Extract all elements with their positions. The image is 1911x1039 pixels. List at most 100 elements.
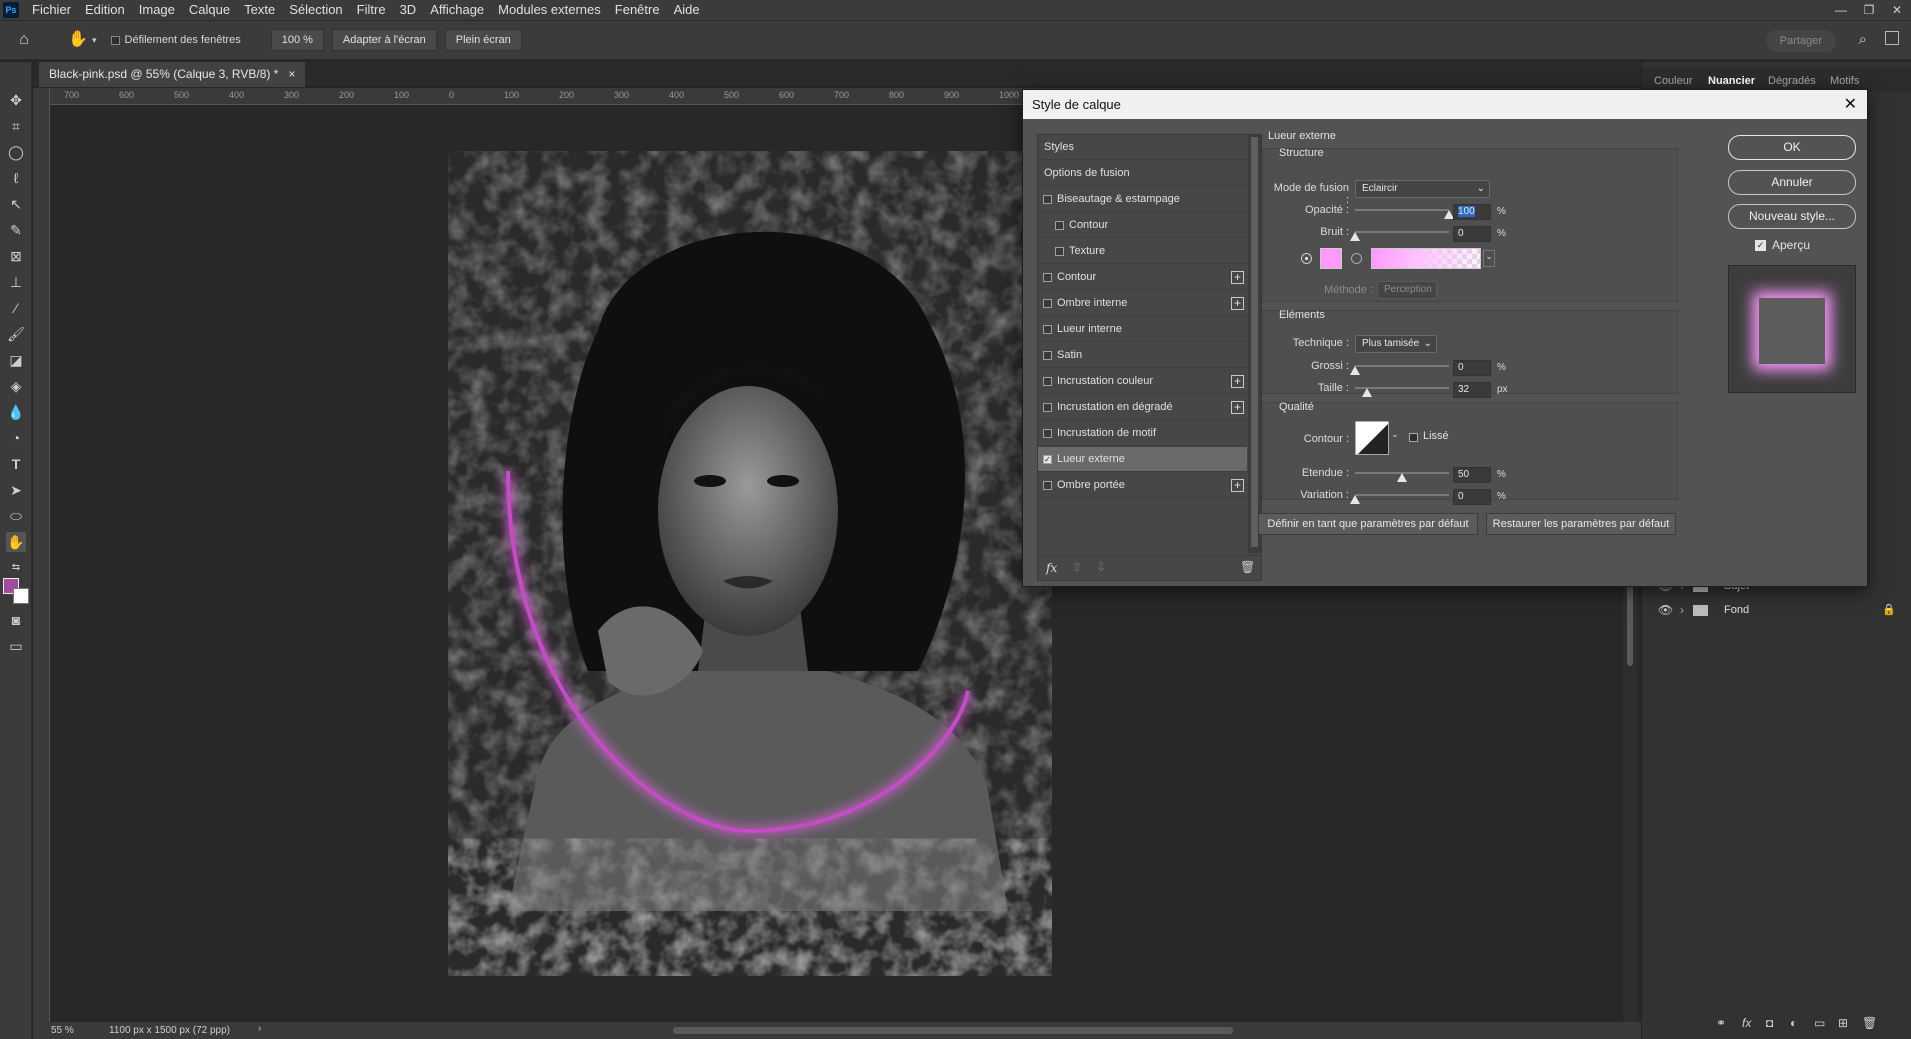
styles-header[interactable]: Styles	[1038, 135, 1247, 160]
marquee-tool-icon[interactable]: ◯	[6, 142, 26, 162]
background-color-swatch[interactable]	[13, 588, 29, 604]
size-input[interactable]: 32	[1453, 382, 1491, 398]
list-scroll-thumb[interactable]	[1251, 137, 1258, 547]
style-item-ombre-interne[interactable]: Ombre interne +	[1038, 291, 1247, 316]
document-tab[interactable]: Black-pink.psd @ 55% (Calque 3, RVB/8) *…	[39, 62, 306, 87]
range-input[interactable]: 50	[1453, 467, 1491, 483]
spread-slider[interactable]	[1355, 365, 1449, 367]
ok-button[interactable]: OK	[1728, 135, 1856, 160]
antialias-checkbox[interactable]	[1409, 433, 1418, 442]
blend-mode-select[interactable]: Eclaircir ⌄	[1355, 180, 1490, 198]
crop-tool-icon[interactable]: ⌗	[6, 116, 26, 136]
search-icon[interactable]: ⌕	[1859, 31, 1867, 48]
menu-fenetre[interactable]: Fenêtre	[608, 0, 667, 20]
style-item-ombre-port-e[interactable]: Ombre portée +	[1038, 473, 1247, 498]
spread-slider-thumb[interactable]	[1350, 366, 1360, 375]
method-select[interactable]: Perception	[1377, 281, 1437, 299]
path-select-tool-icon[interactable]: ↖	[6, 194, 26, 214]
style-item-contour[interactable]: Contour +	[1038, 265, 1247, 290]
menu-calque[interactable]: Calque	[182, 0, 237, 20]
hand-tool-icon[interactable]: ✋	[66, 28, 90, 52]
style-checkbox[interactable]	[1055, 246, 1064, 256]
make-default-button[interactable]: Définir en tant que paramètres par défau…	[1258, 513, 1478, 535]
tool-preset-dropdown-icon[interactable]: ▾	[92, 35, 97, 46]
paint-bucket-tool-icon[interactable]: ◈	[6, 376, 26, 396]
contour-picker[interactable]	[1355, 421, 1389, 455]
glow-color-swatch[interactable]	[1320, 248, 1342, 269]
blend-options-item[interactable]: Options de fusion	[1038, 161, 1247, 186]
home-icon[interactable]: ⌂	[12, 28, 36, 52]
jitter-slider[interactable]	[1355, 494, 1449, 496]
style-item-lueur-interne[interactable]: Lueur interne	[1038, 317, 1247, 342]
size-slider-thumb[interactable]	[1362, 388, 1373, 397]
menu-aide[interactable]: Aide	[667, 0, 707, 20]
tab-nuancier[interactable]: Nuancier	[1708, 75, 1755, 87]
screen-mode-icon[interactable]: ▭	[6, 636, 26, 656]
opacity-slider[interactable]	[1355, 209, 1449, 211]
style-item-satin[interactable]: Satin	[1038, 343, 1247, 368]
menu-texte[interactable]: Texte	[237, 0, 282, 20]
menu-selection[interactable]: Sélection	[282, 0, 349, 20]
close-tab-icon[interactable]: ×	[288, 62, 295, 87]
menu-affichage[interactable]: Affichage	[423, 0, 491, 20]
style-item-biseautage-estampage[interactable]: Biseautage & estampage	[1038, 187, 1247, 212]
style-item-incrustation-de-motif[interactable]: Incrustation de motif	[1038, 421, 1247, 446]
fit-screen-button[interactable]: Adapter à l'écran	[331, 29, 437, 51]
menu-fichier[interactable]: Fichier	[25, 0, 78, 20]
style-checkbox[interactable]	[1043, 298, 1052, 308]
delete-effect-icon[interactable]: 🗑	[1240, 560, 1255, 574]
style-checkbox[interactable]	[1043, 272, 1052, 282]
style-checkbox[interactable]	[1043, 324, 1052, 334]
jitter-slider-thumb[interactable]	[1350, 495, 1360, 504]
move-up-icon[interactable]: ⇧	[1072, 560, 1082, 574]
full-screen-button[interactable]: Plein écran	[444, 29, 522, 51]
type-tool-icon[interactable]: T	[6, 454, 26, 474]
layer-name[interactable]: Fond	[1724, 604, 1749, 616]
status-chevron-icon[interactable]: ›	[258, 1023, 261, 1034]
close-window-icon[interactable]: ✕	[1883, 0, 1911, 20]
style-checkbox[interactable]	[1043, 428, 1052, 438]
checkbox-box[interactable]	[110, 35, 120, 45]
color-radio-selected[interactable]	[1301, 253, 1312, 264]
zoom-level[interactable]: 55 %	[51, 1025, 74, 1036]
menu-image[interactable]: Image	[132, 0, 182, 20]
minimize-icon[interactable]: —	[1827, 0, 1855, 20]
new-group-icon[interactable]: ▭	[1814, 1016, 1825, 1030]
mask-icon[interactable]: ◘	[1766, 1016, 1773, 1030]
list-scrollbar[interactable]	[1248, 135, 1261, 553]
adjustment-icon[interactable]: ◐	[1790, 1016, 1797, 1030]
dodge-tool-icon[interactable]: ◔	[6, 428, 26, 448]
delete-layer-icon[interactable]: 🗑	[1862, 1016, 1877, 1030]
style-item-incrustation-en-d-grad-[interactable]: Incrustation en dégradé +	[1038, 395, 1247, 420]
eyedropper-tool-icon[interactable]: ⁄	[6, 298, 26, 318]
gradient-radio[interactable]	[1351, 253, 1362, 264]
style-checkbox[interactable]: ✓	[1043, 454, 1052, 464]
opacity-input[interactable]: 100	[1453, 204, 1491, 220]
move-down-icon[interactable]: ⇩	[1096, 560, 1106, 574]
style-item-incrustation-couleur[interactable]: Incrustation couleur +	[1038, 369, 1247, 394]
zoom-100-button[interactable]: 100 %	[270, 29, 324, 51]
style-checkbox[interactable]	[1055, 220, 1064, 230]
gradient-dropdown-icon[interactable]: ⌄	[1483, 250, 1495, 267]
workspace-icon[interactable]	[1885, 31, 1899, 45]
spread-input[interactable]: 0	[1453, 360, 1491, 376]
blur-tool-icon[interactable]: 💧	[6, 402, 26, 422]
add-effect-plus-icon[interactable]: +	[1231, 401, 1244, 414]
ellipse-tool-icon[interactable]: ⬭	[6, 506, 26, 526]
horizontal-scroll-thumb[interactable]	[673, 1027, 1233, 1034]
close-icon[interactable]: ✕	[1844, 90, 1857, 119]
quick-mask-icon[interactable]: ◙	[6, 610, 26, 630]
add-effect-plus-icon[interactable]: +	[1231, 271, 1244, 284]
style-checkbox[interactable]	[1043, 194, 1052, 204]
style-item-lueur-externe[interactable]: ✓ Lueur externe	[1038, 447, 1247, 472]
fx-menu-icon[interactable]: fx	[1046, 561, 1057, 575]
add-effect-plus-icon[interactable]: +	[1231, 375, 1244, 388]
hand-tool-icon[interactable]: ✋	[6, 532, 26, 552]
direct-select-tool-icon[interactable]: ➤	[6, 480, 26, 500]
expand-chevron-icon[interactable]: ›	[1680, 603, 1684, 617]
noise-input[interactable]: 0	[1453, 226, 1491, 242]
menu-modules-externes[interactable]: Modules externes	[491, 0, 608, 20]
move-tool-icon[interactable]: ✥	[6, 90, 26, 110]
tab-motifs[interactable]: Motifs	[1830, 75, 1859, 87]
style-checkbox[interactable]	[1043, 350, 1052, 360]
